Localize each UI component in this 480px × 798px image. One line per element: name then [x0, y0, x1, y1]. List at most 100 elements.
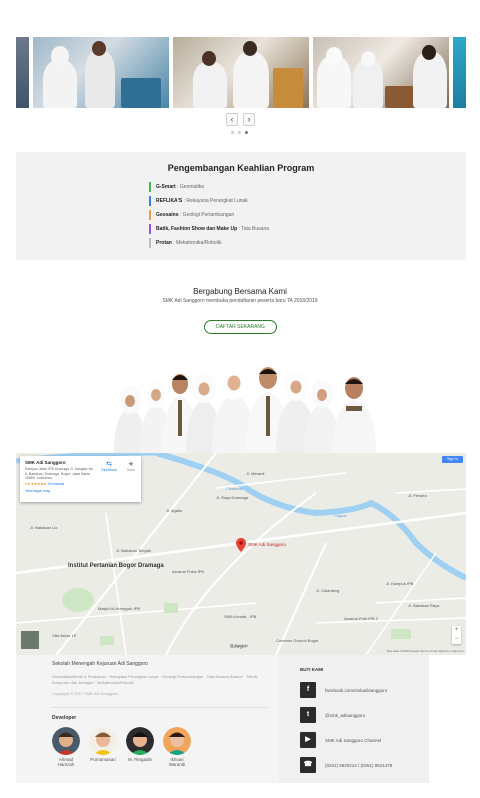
carousel-prev-button[interactable]: ‹	[226, 113, 238, 126]
map-label-common: Common Ground Bogor	[276, 638, 319, 643]
developer-heading: Developer	[52, 715, 77, 721]
developer-card: Ikhsan Warandi	[163, 727, 191, 767]
phone-contact[interactable]: ☎ (0251) 8620214 / (0251) 8621478	[300, 757, 392, 773]
carousel-slide-edge-left[interactable]	[16, 37, 29, 108]
student-figure	[85, 50, 115, 108]
program-desc: : Mekatronika/Robotik	[173, 240, 222, 246]
place-rating: 4.6 ★★★★★ 29 reviews	[25, 482, 136, 486]
facebook-icon: f	[300, 682, 316, 698]
developer-name: Ahmad Hamzah	[57, 757, 75, 767]
map-label-villa: Villa Anisa 1E	[52, 633, 77, 638]
developer-name: Purnamasari	[90, 757, 116, 762]
google-logo: Google	[230, 644, 247, 650]
reviews-link[interactable]: 29 reviews	[48, 482, 65, 486]
phone-icon: ☎	[300, 757, 316, 773]
save-button[interactable]: ★ Save	[124, 460, 138, 472]
zoom-in-button[interactable]: +	[452, 626, 461, 635]
program-name: G-Smart	[156, 184, 176, 190]
map-label-road-4: Jl. Agatis	[166, 508, 183, 513]
program-item: REFLIKA'S : Rekayasa Perangkat Lunak	[149, 196, 269, 206]
program-desc: : Rekayasa Perangkat Lunak	[183, 198, 248, 204]
program-name: Geosains	[156, 212, 179, 218]
directions-icon: ⇆	[106, 461, 112, 468]
carousel-slide-3[interactable]	[313, 37, 449, 108]
map-label-road-1: Jl. Babakan Lio	[30, 525, 58, 530]
photo-carousel[interactable]	[16, 37, 466, 108]
phone-text: (0251) 8620214 / (0251) 8621478	[325, 762, 393, 768]
cabinet	[273, 68, 303, 108]
save-label: Save	[127, 468, 135, 472]
map-label-ciapus: Ciapus	[334, 513, 347, 518]
twitter-text: @smk_adisanggoro	[325, 712, 366, 718]
carousel-next-button[interactable]: ›	[243, 113, 255, 126]
student-head	[422, 45, 436, 60]
footer-divider	[52, 707, 267, 708]
zoom-out-button[interactable]: −	[452, 635, 461, 644]
map-label-asrama2: Asrama Putri IPB 2	[344, 616, 379, 621]
avatar	[126, 727, 154, 755]
program-name: REFLIKA'S	[156, 198, 183, 204]
directions-button[interactable]: ⇆ Directions	[99, 460, 119, 472]
register-now-button[interactable]: DAFTAR SEKARANG	[204, 320, 277, 334]
developer-card: Purnamasari	[89, 727, 117, 767]
student-head	[202, 51, 216, 66]
twitter-link[interactable]: t @smk_adisanggoro	[300, 707, 365, 723]
student-head	[51, 46, 69, 66]
student-figure	[233, 52, 269, 108]
program-section: Pengembangan Keahlian Program G-Smart : …	[16, 152, 466, 260]
carousel-dots	[231, 131, 248, 134]
avatar	[89, 727, 117, 755]
program-desc: : Geologi Pertambangan	[179, 212, 235, 218]
view-larger-map-link[interactable]: View larger map	[25, 489, 136, 493]
map-label-institut: Institut Pertanian Bogor Dramaga	[68, 563, 164, 569]
student-boy	[332, 377, 376, 454]
carousel-slide-1[interactable]	[33, 37, 169, 108]
student-head	[326, 47, 342, 65]
student-figure	[353, 60, 383, 108]
youtube-icon: ▶	[300, 732, 316, 748]
developer-name: M. Ringadin	[127, 757, 152, 762]
map-sign-in-button[interactable]: Sign in	[442, 456, 463, 463]
developer-list: Ahmad Hamzah Purnamasari M. Ringadin Ikh…	[52, 727, 191, 767]
rating-stars: 4.6 ★★★★★	[25, 481, 47, 486]
twitter-icon: t	[300, 707, 316, 723]
join-subtitle: SMK Adi Sanggoro membuka pendaftaran pes…	[162, 298, 318, 304]
youtube-link[interactable]: ▶ SMK Adi Sanggoro Channel	[300, 732, 381, 748]
map-attribution[interactable]: Map data ©2018 Google Terms of Use Repor…	[387, 649, 464, 653]
zoom-control: + −	[452, 626, 461, 644]
carousel-slide-2[interactable]	[173, 37, 309, 108]
map-label-road-2: Jl. Raya Dramaga	[216, 495, 249, 500]
carousel-dot-2[interactable]	[238, 131, 241, 134]
student-figure	[413, 52, 447, 108]
map-label-cisadane: Cisadane	[226, 486, 243, 491]
avatar	[52, 727, 80, 755]
program-name: Batik, Fashion Show dan Make Up	[156, 226, 238, 232]
marker-label: SMK Adi Sanggoro	[248, 542, 287, 547]
carousel-slide-edge-right[interactable]	[453, 37, 466, 108]
map-label-asrama: Asrama Putra IPB	[172, 569, 205, 574]
directions-label: Directions	[101, 468, 117, 472]
equipment	[121, 78, 161, 108]
program-title: Pengembangan Keahlian Program	[167, 163, 315, 173]
contact-heading: BUTI KAMI	[300, 667, 324, 672]
join-title: Bergabung Bersama Kami	[193, 287, 287, 296]
place-info-card: SMK Adi Sanggoro Kampus Jalan IPB Dramag…	[20, 456, 141, 502]
page: ‹ › Pengembangan Keahlian Program G-Smar…	[0, 0, 480, 798]
location-map[interactable]: SMK Adi Sanggoro Kampus Jalan IPB Dramag…	[16, 453, 466, 655]
star-icon: ★	[127, 461, 135, 468]
facebook-text: facebook.com/smkadisanggoro	[325, 687, 388, 693]
place-name: SMK Adi Sanggoro	[25, 460, 66, 465]
map-label-sma: SMA Kornita - IPB	[224, 614, 257, 619]
avatar	[163, 727, 191, 755]
facebook-link[interactable]: f facebook.com/smkadisanggoro	[300, 682, 387, 698]
carousel-dot-1[interactable]	[231, 131, 234, 134]
carousel-dot-3[interactable]	[245, 131, 248, 134]
youtube-text: SMK Adi Sanggoro Channel	[325, 737, 382, 743]
map-label-masjid: Masjid Al-Hurriyyah IPB	[98, 606, 141, 611]
carousel-controls: ‹ ›	[226, 113, 255, 126]
footer-title: Sekolah Menengah Kejuruan Adi Sanggoro	[52, 661, 148, 667]
program-item: Batik, Fashion Show dan Make Up : Tata B…	[149, 224, 269, 234]
place-address: Kampus Jalan IPB Dramaga Jl. Sangkar No …	[25, 467, 94, 480]
developer-card: M. Ringadin	[126, 727, 154, 767]
program-item: G-Smart : Geomatika	[149, 182, 269, 192]
